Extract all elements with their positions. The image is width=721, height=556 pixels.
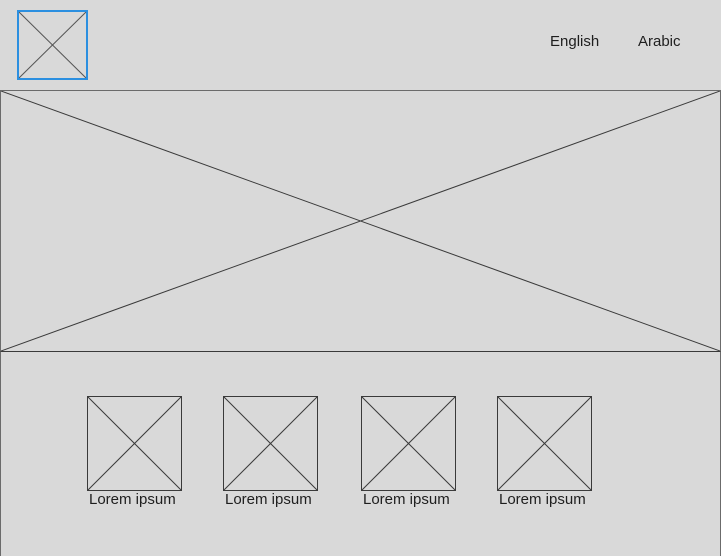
logo-placeholder[interactable]	[17, 10, 88, 80]
card-caption: Lorem ipsum	[225, 491, 312, 508]
card-thumbnail	[361, 396, 456, 491]
cards-section: Lorem ipsum Lorem ipsum Lorem ipsum Lore…	[0, 352, 721, 556]
card-caption: Lorem ipsum	[363, 491, 450, 508]
card-caption: Lorem ipsum	[89, 491, 176, 508]
card-thumbnail	[223, 396, 318, 491]
language-english-link[interactable]: English	[550, 33, 599, 51]
hero-banner-placeholder	[0, 91, 721, 352]
image-placeholder-icon	[88, 397, 181, 490]
card-item[interactable]: Lorem ipsum	[361, 396, 456, 508]
card-item[interactable]: Lorem ipsum	[497, 396, 592, 508]
language-arabic-link[interactable]: Arabic	[638, 33, 681, 51]
card-item[interactable]: Lorem ipsum	[87, 396, 182, 508]
header: English Arabic	[0, 0, 721, 91]
image-placeholder-icon	[19, 12, 86, 78]
card-item[interactable]: Lorem ipsum	[223, 396, 318, 508]
card-thumbnail	[497, 396, 592, 491]
card-caption: Lorem ipsum	[499, 491, 586, 508]
image-placeholder-icon	[362, 397, 455, 490]
image-placeholder-icon	[498, 397, 591, 490]
card-thumbnail	[87, 396, 182, 491]
page: English Arabic Lorem ipsum Lorem ipsum L…	[0, 0, 721, 556]
image-placeholder-icon	[1, 91, 720, 351]
image-placeholder-icon	[224, 397, 317, 490]
